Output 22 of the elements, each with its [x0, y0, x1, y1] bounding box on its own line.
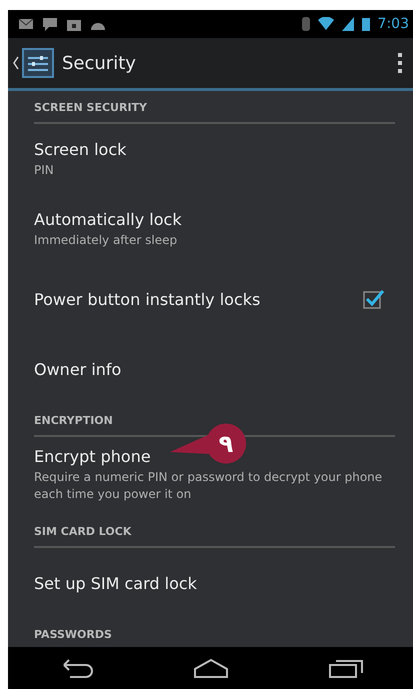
mail-icon	[18, 17, 34, 31]
battery-icon	[362, 17, 370, 31]
signal-icon	[342, 17, 354, 31]
setting-summary: Require a numeric PIN or password to decrypt your phone each time you power it on	[34, 469, 384, 503]
setting-summary: PIN	[34, 162, 55, 178]
setting-title: Encrypt phone	[34, 447, 151, 466]
setting-title: Automatically lock	[34, 210, 182, 228]
clock: 7:03	[378, 16, 409, 32]
checkbox[interactable]	[363, 288, 385, 310]
setting-title: Power button instantly locks	[34, 290, 260, 308]
settings-icon[interactable]	[22, 48, 54, 78]
chat-icon	[42, 17, 58, 31]
wifi-icon	[318, 17, 334, 31]
screen-title: Security	[62, 52, 136, 74]
overflow-menu-icon[interactable]	[397, 52, 403, 74]
setting-title: Owner info	[34, 360, 122, 378]
setting-summary: Immediately after sleep	[34, 232, 178, 248]
section-header: SIM CARD LOCK	[34, 515, 395, 548]
section-header: SCREEN SECURITY	[34, 91, 395, 124]
up-caret-icon[interactable]	[12, 55, 20, 71]
setting-title: Set up SIM card lock	[34, 574, 197, 592]
setting-title: Screen lock	[34, 140, 126, 158]
